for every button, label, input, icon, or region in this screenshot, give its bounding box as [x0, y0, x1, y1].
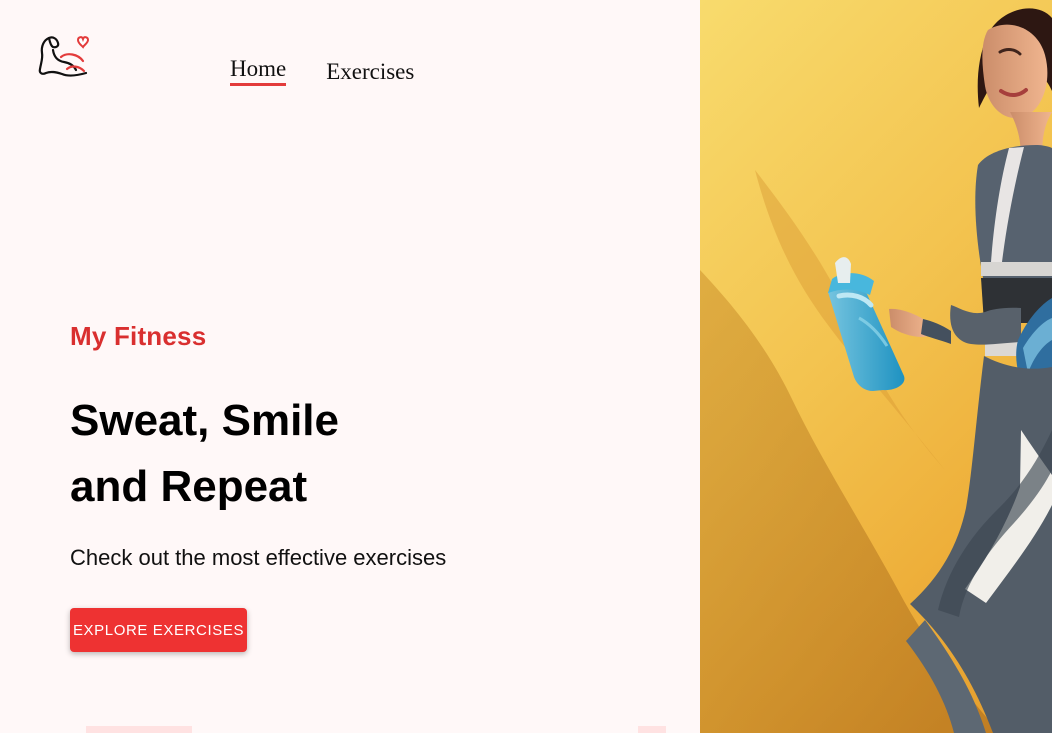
flexed-arm-heart-icon[interactable] [36, 30, 90, 84]
brand-kicker: My Fitness [70, 321, 207, 351]
nav-exercises-link[interactable]: Exercises [326, 59, 414, 85]
hero-headline-line-1: Sweat, Smile [70, 396, 340, 445]
bottom-pink-strip-right [638, 726, 666, 733]
athlete-illustration [700, 8, 1052, 733]
hero-headline-line-2: and Repeat [70, 462, 308, 511]
fitness-landing-page: Home Exercises My Fitness Sweat, Smile a… [0, 0, 1052, 733]
bottom-pink-strip-left [86, 726, 192, 733]
hero-content-panel: Home Exercises My Fitness Sweat, Smile a… [0, 0, 700, 733]
main-navigation: Home Exercises [230, 56, 414, 87]
hero-athlete-image [700, 0, 1052, 733]
hero-headline: Sweat, Smile and Repeat [70, 388, 490, 520]
nav-home-link[interactable]: Home [230, 56, 287, 87]
hero-subtitle: Check out the most effective exercises [70, 545, 447, 570]
explore-exercises-button[interactable]: EXPLORE EXERCISES [70, 608, 247, 652]
